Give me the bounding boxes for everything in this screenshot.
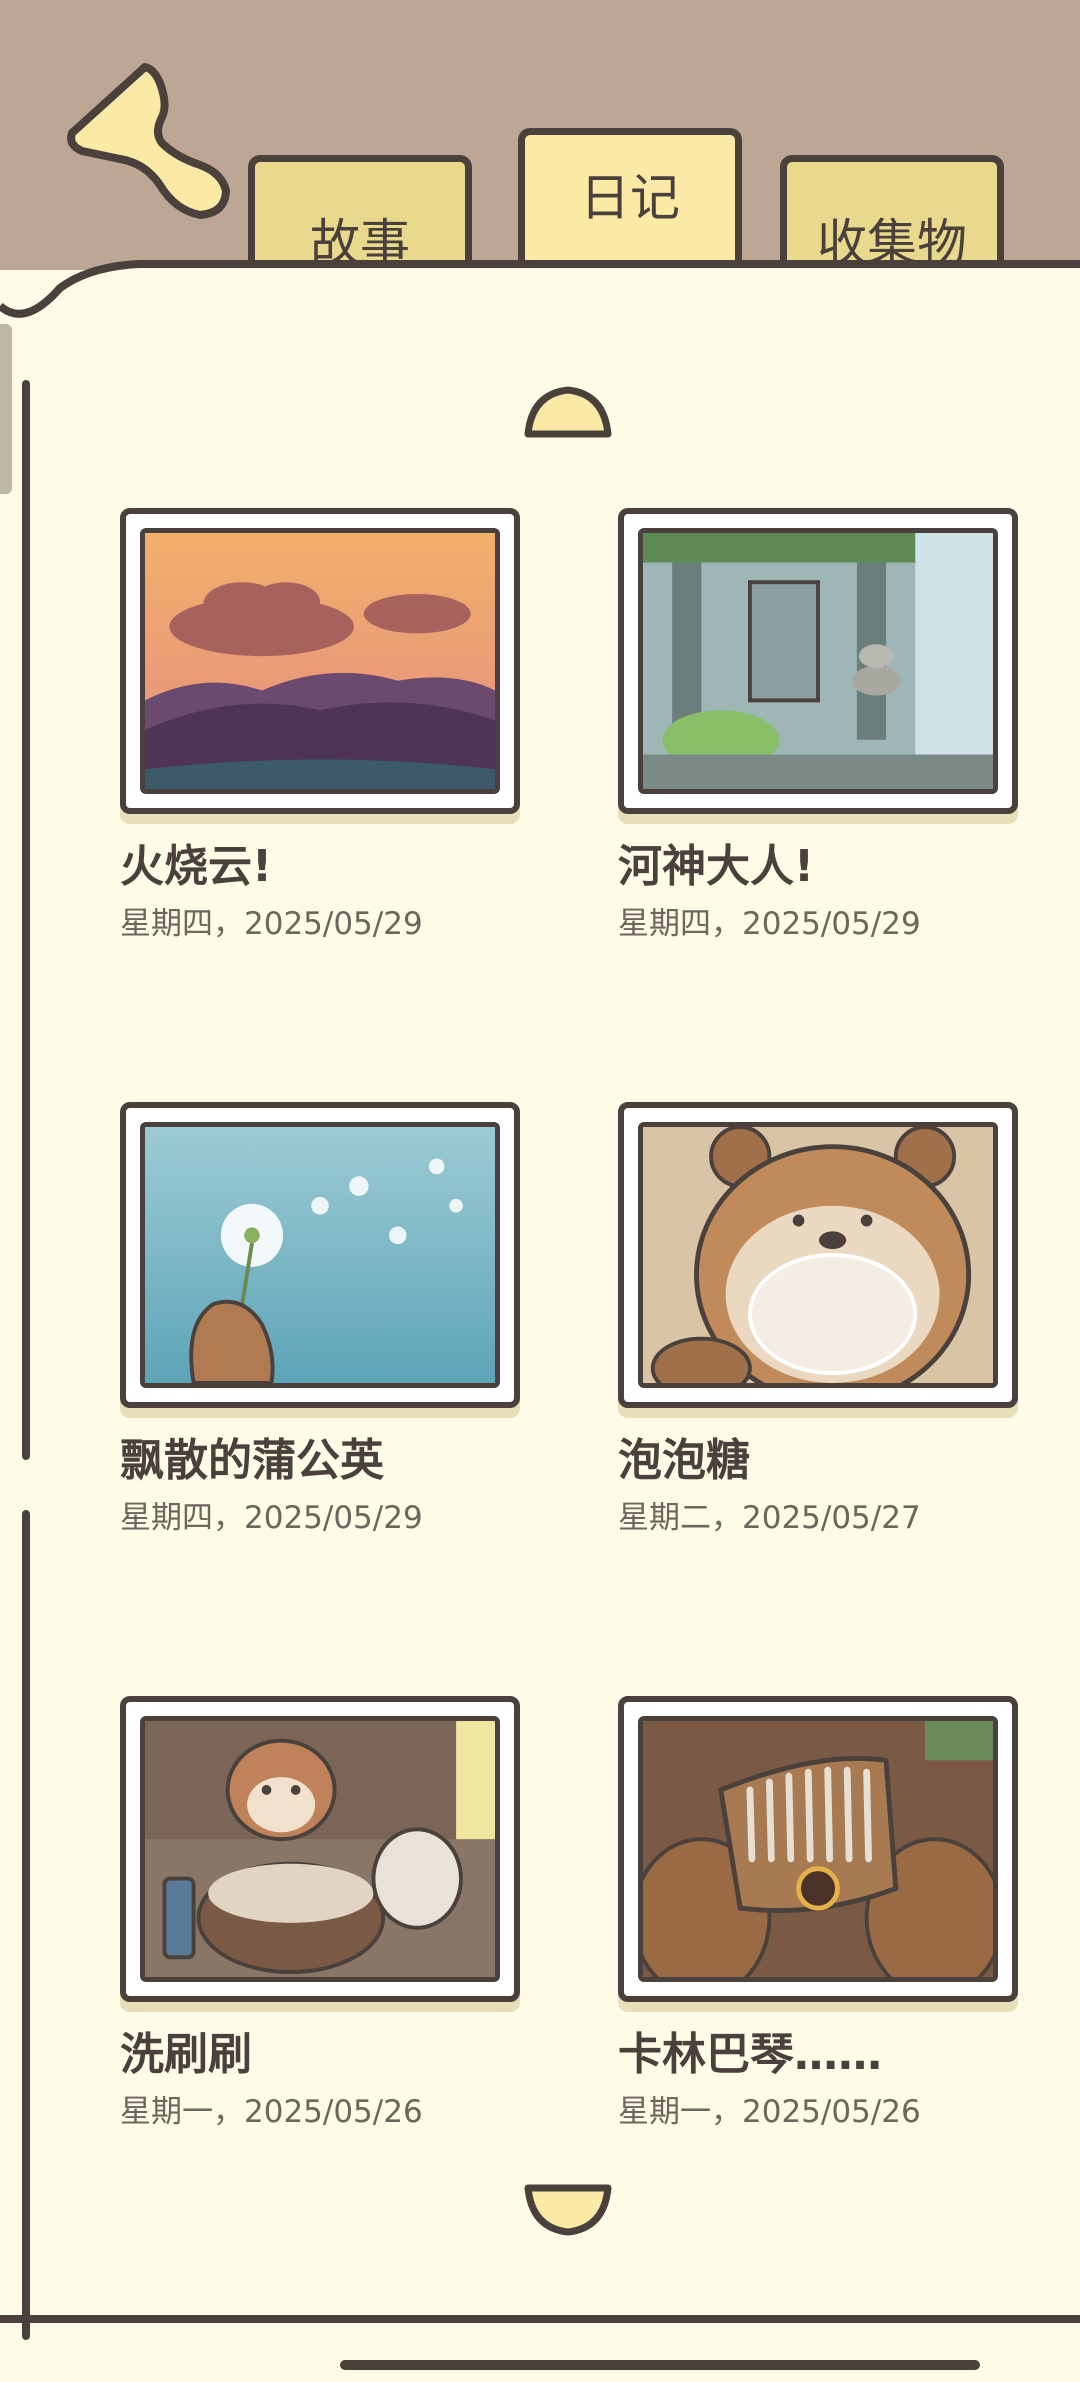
back-button[interactable] — [50, 55, 240, 225]
dandelion-image — [140, 1122, 500, 1388]
river-shrine-image — [638, 528, 998, 794]
diary-entry-card[interactable]: 火烧云! 星期四，2025/05/29 — [120, 508, 520, 943]
tab-diary[interactable]: 日记 — [518, 128, 742, 278]
page-bottom-line-short — [340, 2360, 980, 2370]
diary-entry-card[interactable]: 泡泡糖 星期二，2025/05/27 — [618, 1102, 1018, 1537]
entry-title: 洗刷刷 — [120, 2029, 252, 2080]
photo-frame — [120, 1696, 520, 2002]
entry-title: 飘散的蒲公英 — [120, 1435, 384, 1486]
page-spine-line — [22, 380, 30, 1460]
kalimba-image — [638, 1716, 998, 1982]
entry-date: 星期一，2025/05/26 — [618, 2094, 921, 2130]
scroll-indicator[interactable] — [0, 324, 12, 494]
entry-date: 星期四，2025/05/29 — [618, 906, 921, 942]
diary-entry-card[interactable]: 洗刷刷 星期一，2025/05/26 — [120, 1696, 520, 2131]
photo-frame — [618, 508, 1018, 814]
page-up-button[interactable] — [522, 382, 614, 442]
entry-date: 星期四，2025/05/29 — [120, 1500, 423, 1536]
entry-title: 卡林巴琴…… — [618, 2029, 882, 2080]
photo-frame — [120, 1102, 520, 1408]
caret-down-icon — [524, 2184, 612, 2236]
page-down-button[interactable] — [522, 2180, 614, 2240]
page-bottom-line — [0, 2315, 1080, 2323]
photo-frame — [618, 1696, 1018, 2002]
entry-date: 星期四，2025/05/29 — [120, 906, 423, 942]
sunset-clouds-image — [140, 528, 500, 794]
entry-title: 泡泡糖 — [618, 1435, 750, 1486]
back-arrow-icon — [67, 63, 230, 219]
photo-frame — [120, 508, 520, 814]
washing-chipmunk-image — [140, 1716, 500, 1982]
entry-title: 火烧云! — [120, 841, 273, 892]
tab-diary-label: 日记 — [580, 169, 680, 227]
page-top-edge — [0, 260, 1080, 338]
bubblegum-bear-image — [638, 1122, 998, 1388]
diary-entry-card[interactable]: 河神大人! 星期四，2025/05/29 — [618, 508, 1018, 943]
photo-frame — [618, 1102, 1018, 1408]
entry-date: 星期二，2025/05/27 — [618, 1500, 921, 1536]
diary-entry-card[interactable]: 飘散的蒲公英 星期四，2025/05/29 — [120, 1102, 520, 1537]
page-spine-line-lower — [22, 1510, 30, 2340]
entry-title: 河神大人! — [618, 841, 815, 892]
caret-up-icon — [524, 386, 612, 438]
diary-entry-card[interactable]: 卡林巴琴…… 星期一，2025/05/26 — [618, 1696, 1018, 2131]
entry-date: 星期一，2025/05/26 — [120, 2094, 423, 2130]
